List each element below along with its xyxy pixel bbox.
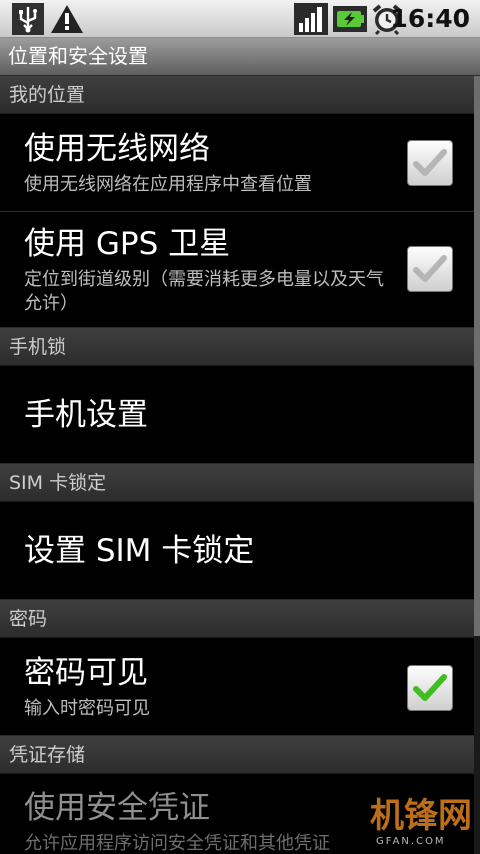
category-sim-lock: SIM 卡锁定: [0, 464, 474, 502]
pref-use-gps-satellites[interactable]: 使用 GPS 卫星 定位到街道级别（需要消耗更多电量以及天气允许）: [0, 212, 474, 328]
pref-visible-passwords[interactable]: 密码可见 输入时密码可见: [0, 638, 474, 736]
category-my-location: 我的位置: [0, 76, 474, 114]
visible-passwords-checkbox[interactable]: [407, 665, 453, 711]
category-label: 手机锁: [9, 336, 67, 358]
pref-phone-settings[interactable]: 手机设置: [0, 366, 474, 464]
pref-summary: 使用无线网络在应用程序中查看位置: [24, 174, 312, 195]
signal-icon: [294, 3, 328, 35]
category-label: 密码: [9, 608, 48, 630]
warning-icon: [51, 5, 83, 33]
check-icon: [413, 674, 447, 701]
pref-title: 使用安全凭证: [24, 790, 210, 826]
check-icon: [413, 255, 447, 282]
battery-charging-icon: [333, 6, 367, 32]
pref-title: 手机设置: [24, 397, 148, 433]
category-password: 密码: [0, 600, 474, 638]
page-title: 位置和安全设置: [8, 44, 148, 68]
watermark-text: 机锋网: [370, 796, 472, 836]
category-label: SIM 卡锁定: [9, 472, 107, 494]
usb-icon: [12, 3, 44, 35]
check-icon: [413, 149, 447, 176]
category-label: 凭证存储: [9, 744, 86, 766]
category-credential-storage: 凭证存储: [0, 736, 474, 774]
status-bar: 16:40: [0, 0, 480, 38]
status-time: 16:40: [390, 4, 470, 33]
gps-satellites-checkbox[interactable]: [407, 246, 453, 292]
category-phone-lock: 手机锁: [0, 328, 474, 366]
watermark-sub: GFAN.COM: [376, 836, 446, 847]
pref-use-wireless-networks[interactable]: 使用无线网络 使用无线网络在应用程序中查看位置: [0, 114, 474, 212]
pref-title: 密码可见: [24, 655, 148, 691]
pref-summary: 输入时密码可见: [24, 698, 150, 719]
title-bar: 位置和安全设置: [0, 38, 480, 76]
pref-title: 使用 GPS 卫星: [24, 226, 231, 262]
category-label: 我的位置: [9, 84, 86, 106]
pref-title: 设置 SIM 卡锁定: [24, 533, 255, 569]
wireless-networks-checkbox[interactable]: [407, 140, 453, 186]
pref-title: 使用无线网络: [24, 131, 210, 167]
pref-set-sim-lock[interactable]: 设置 SIM 卡锁定: [0, 502, 474, 600]
scrollbar-thumb[interactable]: [474, 76, 480, 636]
settings-screen: 16:40 位置和安全设置 我的位置 使用无线网络 使用无线网络在应用程序中查看…: [0, 0, 480, 854]
gfan-watermark: 机锋网 GFAN.COM: [362, 796, 478, 850]
pref-summary: 定位到街道级别（需要消耗更多电量以及天气允许）: [24, 269, 384, 314]
